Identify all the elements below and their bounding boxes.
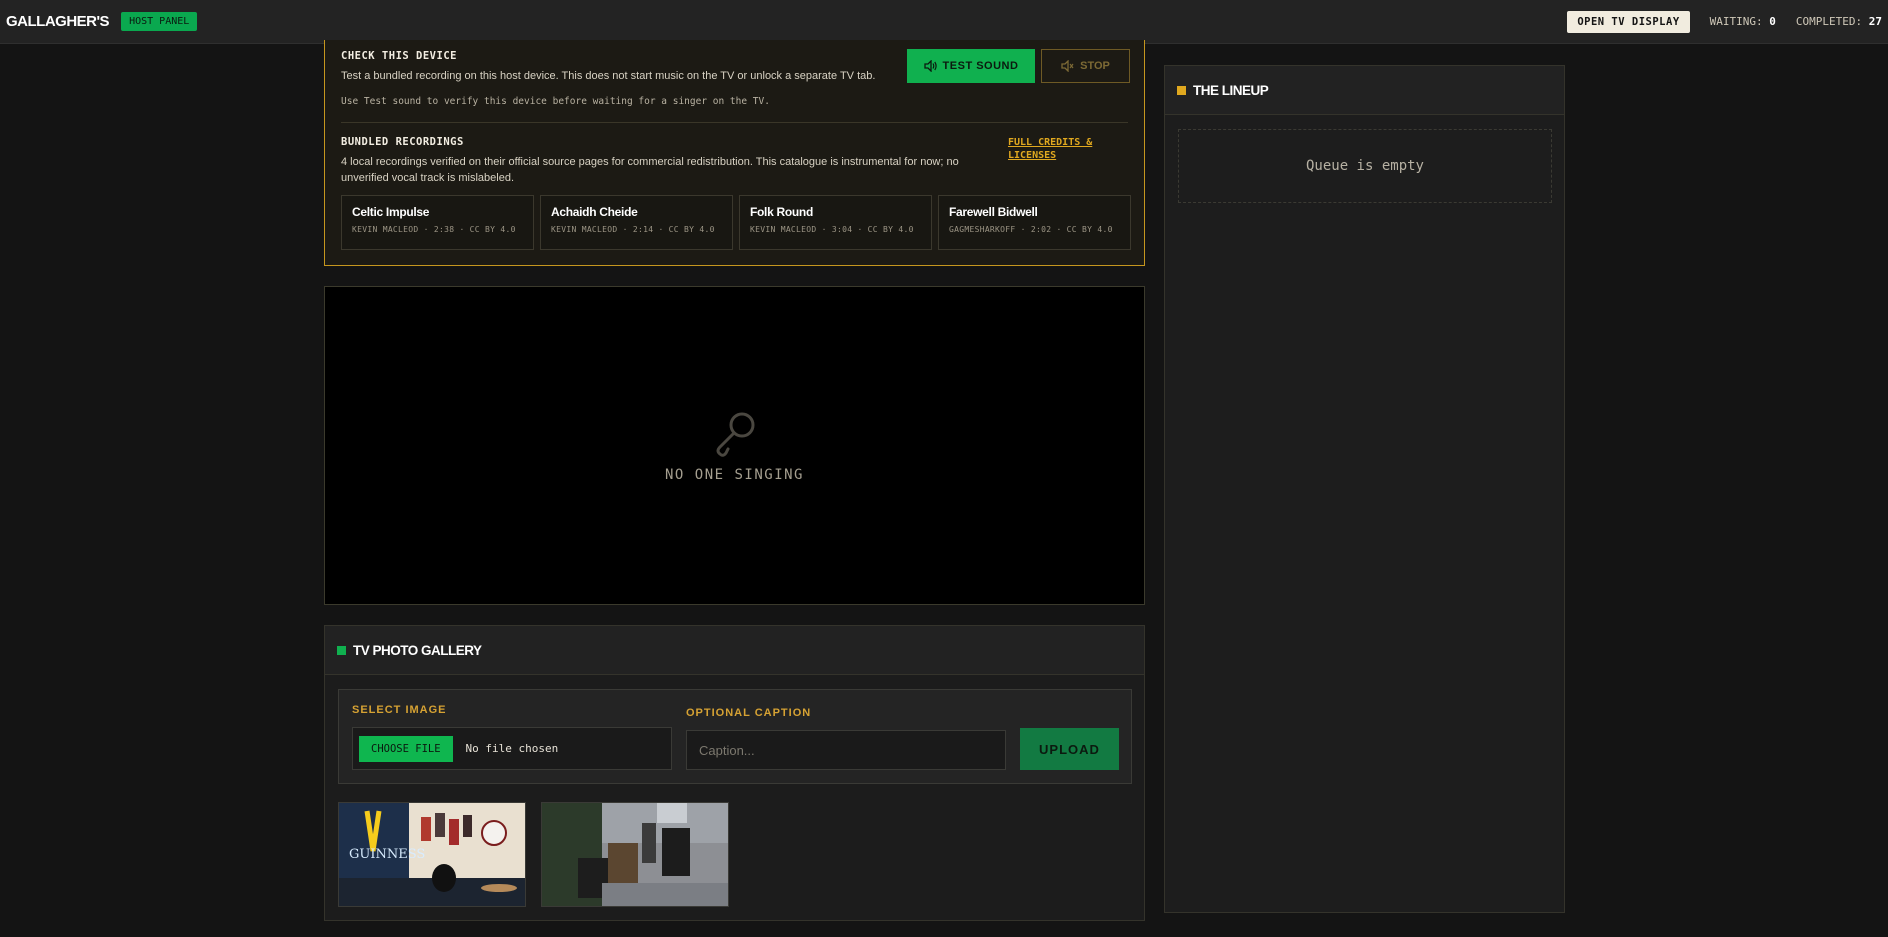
- lineup-header: THE LINEUP: [1165, 66, 1564, 115]
- speaker-icon: [923, 60, 937, 72]
- track-card[interactable]: Folk Round KEVIN MACLEOD · 3:04 · CC BY …: [739, 195, 932, 250]
- pub-exterior-photo[interactable]: [541, 802, 729, 907]
- no-one-singing-text: NO ONE SINGING: [664, 466, 804, 483]
- track-meta: KEVIN MACLEOD · 2:14 · CC BY 4.0: [551, 225, 715, 234]
- queue-empty-state: Queue is empty: [1178, 129, 1552, 203]
- file-input[interactable]: CHOOSE FILE No file chosen: [352, 727, 672, 770]
- track-meta: KEVIN MACLEOD · 2:38 · CC BY 4.0: [352, 225, 516, 234]
- guinness-sign-text: GUINNESS: [349, 847, 425, 862]
- track-title: Folk Round: [750, 205, 813, 219]
- bundled-recordings: BUNDLED RECORDINGS 4 local recordings ve…: [341, 136, 981, 186]
- completed-stat: COMPLETED: 27: [1796, 15, 1882, 28]
- device-check-description: Test a bundled recording on this host de…: [341, 70, 876, 82]
- test-sound-label: TEST SOUND: [942, 60, 1019, 72]
- top-bar: GALLAGHER'S HOST PANEL OPEN TV DISPLAY W…: [0, 0, 1888, 44]
- completed-count: 27: [1868, 15, 1882, 28]
- open-tv-display-button[interactable]: OPEN TV DISPLAY: [1567, 10, 1690, 33]
- now-singing-stage: NO ONE SINGING: [324, 286, 1145, 605]
- waiting-stat: WAITING: 0: [1710, 15, 1776, 28]
- green-square-icon: [337, 645, 346, 655]
- stop-button[interactable]: STOP: [1041, 49, 1130, 83]
- pub-interior-photo[interactable]: GUINNESS: [338, 802, 526, 907]
- microphone-icon: [716, 412, 754, 457]
- waiting-count: 0: [1769, 15, 1776, 28]
- track-meta: KEVIN MACLEOD · 3:04 · CC BY 4.0: [750, 225, 914, 234]
- waiting-label: WAITING:: [1709, 15, 1763, 28]
- bundled-title: BUNDLED RECORDINGS: [341, 136, 464, 148]
- track-card[interactable]: Achaidh Cheide KEVIN MACLEOD · 2:14 · CC…: [540, 195, 733, 250]
- test-sound-button[interactable]: TEST SOUND: [907, 49, 1035, 83]
- choose-file-button[interactable]: CHOOSE FILE: [359, 735, 453, 762]
- track-card[interactable]: Celtic Impulse KEVIN MACLEOD · 2:38 · CC…: [341, 195, 534, 250]
- track-title: Celtic Impulse: [352, 205, 430, 219]
- select-image-label: SELECT IMAGE: [352, 704, 447, 716]
- track-meta: GAGMESHARKOFF · 2:02 · CC BY 4.0: [949, 225, 1113, 234]
- header-actions: OPEN TV DISPLAY WAITING: 0 COMPLETED: 27: [1567, 10, 1882, 33]
- track-title: Achaidh Cheide: [551, 205, 638, 219]
- full-credits-link[interactable]: FULL CREDITS & LICENSES: [1008, 136, 1118, 162]
- lineup-title: THE LINEUP: [1193, 82, 1269, 98]
- tv-photo-gallery-panel: TV PHOTO GALLERY SELECT IMAGE CHOOSE FIL…: [324, 625, 1145, 921]
- track-list: Celtic Impulse KEVIN MACLEOD · 2:38 · CC…: [341, 195, 1131, 250]
- device-check-hint: Use Test sound to verify this device bef…: [341, 96, 770, 107]
- pub-exterior-image: [542, 803, 728, 906]
- speaker-muted-icon: [1061, 60, 1074, 72]
- gallery-title: TV PHOTO GALLERY: [353, 642, 482, 658]
- track-title: Farewell Bidwell: [949, 205, 1038, 219]
- track-card[interactable]: Farewell Bidwell GAGMESHARKOFF · 2:02 · …: [938, 195, 1131, 250]
- lineup-panel: THE LINEUP Queue is empty: [1164, 65, 1565, 913]
- bundled-description: 4 local recordings verified on their off…: [341, 156, 959, 184]
- host-panel-badge: HOST PANEL: [121, 12, 198, 31]
- pub-interior-image: GUINNESS: [339, 803, 525, 906]
- caption-input[interactable]: [686, 730, 1006, 770]
- no-file-chosen-text: No file chosen: [465, 742, 559, 755]
- upload-button[interactable]: UPLOAD: [1020, 728, 1119, 770]
- stop-label: STOP: [1080, 60, 1110, 72]
- optional-caption-label: OPTIONAL CAPTION: [686, 707, 812, 719]
- device-check-panel: CHECK THIS DEVICE Test a bundled recordi…: [324, 40, 1145, 266]
- gold-square-icon: [1177, 85, 1186, 95]
- divider: [341, 122, 1128, 123]
- completed-label: COMPLETED:: [1795, 15, 1863, 28]
- upload-form: SELECT IMAGE CHOOSE FILE No file chosen …: [338, 689, 1132, 784]
- gallery-header: TV PHOTO GALLERY: [325, 626, 1144, 675]
- brand-logo: GALLAGHER'S: [6, 13, 110, 30]
